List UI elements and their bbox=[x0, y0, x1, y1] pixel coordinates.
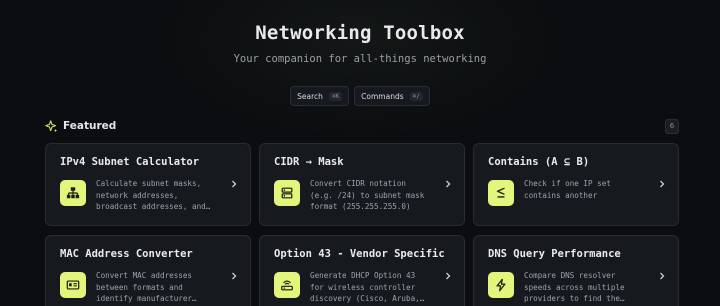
search-shortcut: ⌘K bbox=[328, 91, 343, 101]
card-description: Check if one IP set contains another bbox=[524, 179, 611, 200]
featured-grid: IPv4 Subnet Calculator Calculate subnet … bbox=[45, 143, 679, 306]
featured-title: Featured bbox=[63, 120, 117, 132]
commands-button[interactable]: Commands ⌘/ bbox=[354, 86, 430, 106]
tool-card-dns-query-performance[interactable]: DNS Query Performance Compare DNS resolv… bbox=[473, 235, 679, 306]
tool-card-option-43[interactable]: Option 43 - Vendor Specific Generate DHC… bbox=[259, 235, 465, 306]
card-description: Convert CIDR notation (e.g. /24) to subn… bbox=[310, 179, 425, 211]
chevron-right-icon bbox=[660, 272, 665, 280]
card-description: Compare DNS resolver speeds across multi… bbox=[524, 271, 625, 303]
page-title: Networking Toolbox bbox=[255, 22, 465, 44]
hero: Networking Toolbox Your companion for al… bbox=[0, 22, 720, 65]
chevron-right-icon bbox=[446, 180, 451, 188]
chevron-right-icon bbox=[232, 180, 237, 188]
network-tree-icon bbox=[60, 180, 86, 206]
router-icon bbox=[274, 272, 300, 298]
sparkle-icon bbox=[45, 119, 58, 132]
card-title: Contains (A ⊆ B) bbox=[488, 156, 590, 168]
card-description: Calculate subnet masks, network addresse… bbox=[96, 179, 211, 211]
chevron-right-icon bbox=[232, 272, 237, 280]
card-title: MAC Address Converter bbox=[60, 248, 193, 260]
tool-card-cidr-to-mask[interactable]: CIDR → Mask Convert CIDR notation (e.g. … bbox=[259, 143, 465, 226]
card-title: Option 43 - Vendor Specific bbox=[274, 248, 445, 260]
search-button-label: Search bbox=[297, 91, 323, 101]
card-title: CIDR → Mask bbox=[274, 156, 344, 168]
tool-card-ipv4-subnet-calculator[interactable]: IPv4 Subnet Calculator Calculate subnet … bbox=[45, 143, 251, 226]
tool-card-mac-address-converter[interactable]: MAC Address Converter Convert MAC addres… bbox=[45, 235, 251, 306]
card-description: Convert MAC addresses between formats an… bbox=[96, 271, 197, 303]
featured-count-badge: 6 bbox=[665, 118, 679, 134]
card-description: Generate DHCP Option 43 for wireless con… bbox=[310, 271, 425, 303]
bolt-icon bbox=[488, 272, 514, 298]
id-card-icon bbox=[60, 272, 86, 298]
commands-button-label: Commands bbox=[361, 91, 404, 101]
featured-header: Featured 6 bbox=[45, 117, 679, 135]
commands-shortcut: ⌘/ bbox=[409, 91, 423, 101]
page-subtitle: Your companion for all-things networking bbox=[233, 53, 487, 65]
subset-icon bbox=[488, 180, 514, 206]
server-icon bbox=[274, 180, 300, 206]
card-title: DNS Query Performance bbox=[488, 248, 621, 260]
tool-card-contains[interactable]: Contains (A ⊆ B) Check if one IP set con… bbox=[473, 143, 679, 226]
chevron-right-icon bbox=[660, 180, 665, 188]
chevron-right-icon bbox=[446, 272, 451, 280]
search-button[interactable]: Search ⌘K bbox=[290, 86, 350, 106]
card-title: IPv4 Subnet Calculator bbox=[60, 156, 200, 168]
action-bar: Search ⌘K Commands ⌘/ bbox=[0, 86, 720, 106]
